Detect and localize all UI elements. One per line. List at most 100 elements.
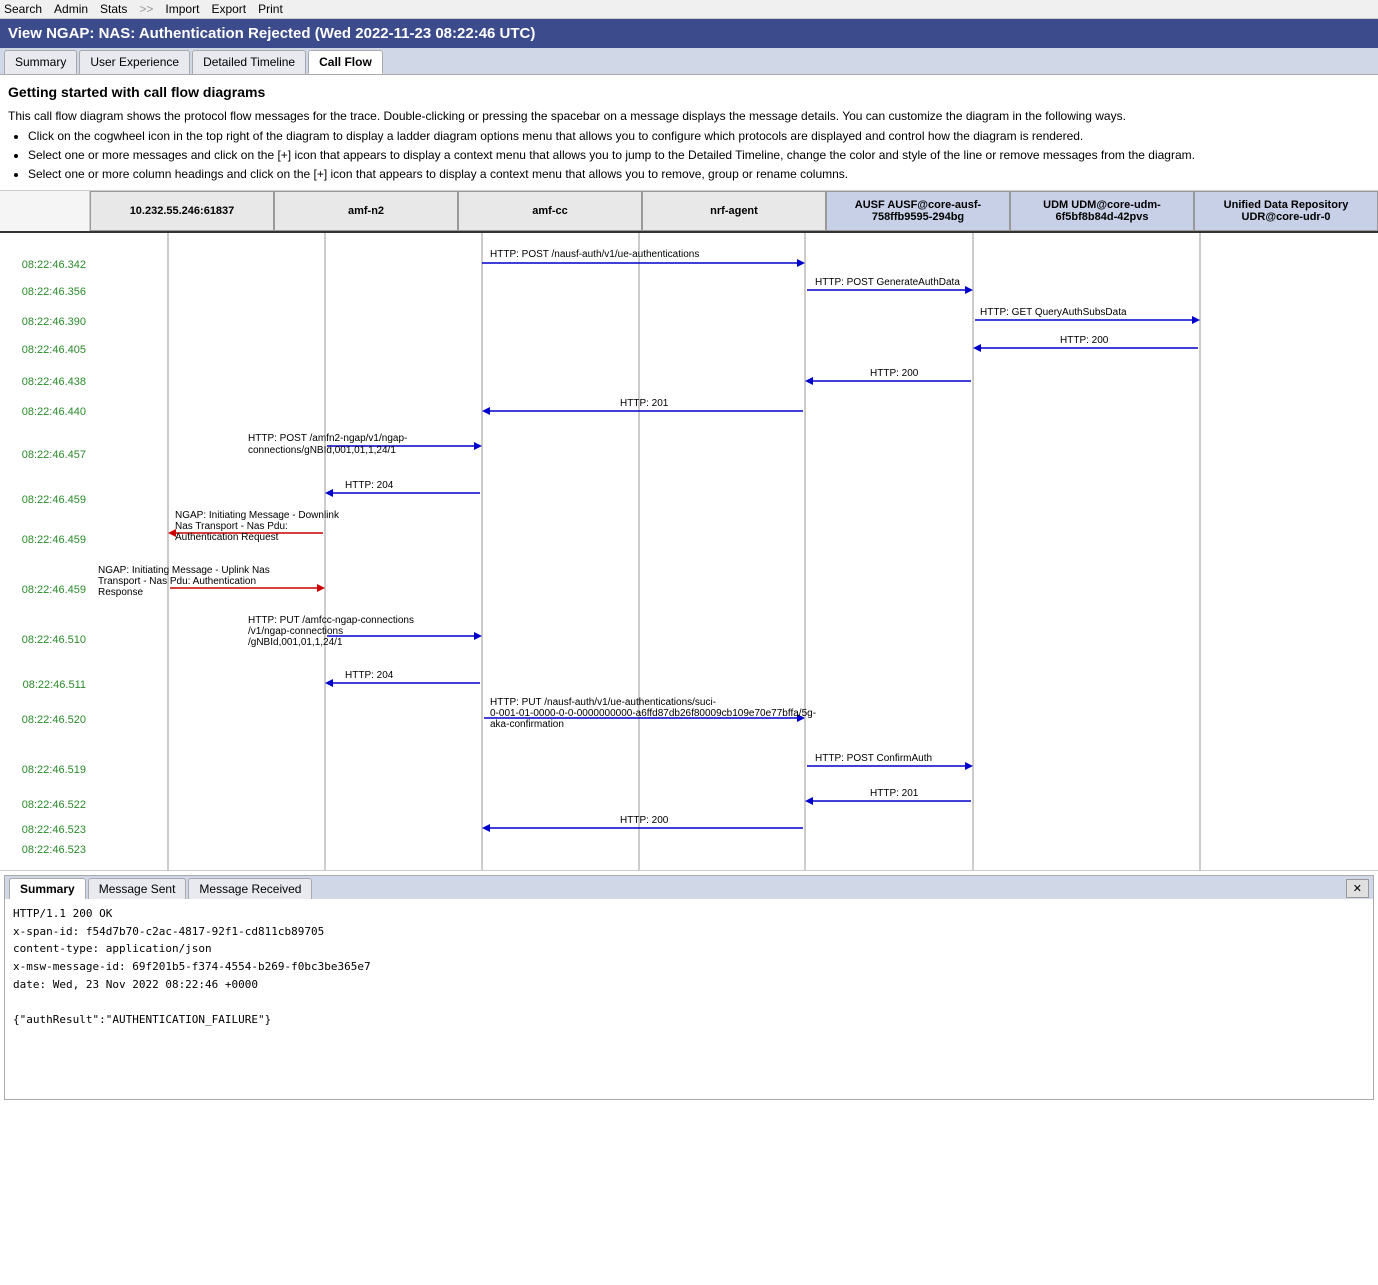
msg-label-13b: 0-001-01-0000-0-0-0000000000-a6ffd87db26…: [490, 708, 816, 719]
tab-summary[interactable]: Summary: [4, 50, 77, 74]
tab-user-experience[interactable]: User Experience: [79, 50, 190, 74]
nav-admin[interactable]: Admin: [54, 2, 88, 16]
time-8: 08:22:46.459: [22, 494, 86, 506]
time-9: 08:22:46.459: [22, 534, 86, 546]
info-bullet-2: Select one or more messages and click on…: [28, 146, 1370, 165]
bottom-panel: Summary Message Sent Message Received ✕ …: [4, 875, 1374, 1100]
msg-label-10b: Transport - Nas Pdu: Authentication: [98, 576, 256, 587]
time-10: 08:22:46.459: [22, 584, 86, 596]
msg-label-4: HTTP: 200: [1060, 335, 1109, 346]
msg-label-10a: NGAP: Initiating Message - Uplink Nas: [98, 565, 270, 576]
msg-label-16: HTTP: 200: [620, 815, 669, 826]
arrowhead-7: [474, 442, 482, 450]
arrowhead-10: [317, 584, 325, 592]
msg-label-13c: aka-confirmation: [490, 719, 564, 730]
tab-detailed-timeline[interactable]: Detailed Timeline: [192, 50, 306, 74]
time-1: 08:22:46.342: [22, 259, 86, 271]
col-header-udr[interactable]: Unified Data Repository UDR@core-udr-0: [1194, 191, 1378, 231]
msg-label-12: HTTP: 204: [345, 670, 394, 681]
time-13: 08:22:46.520: [22, 714, 86, 726]
arrowhead-12: [325, 679, 333, 687]
bottom-panel-tab-bar: Summary Message Sent Message Received ✕: [5, 876, 1373, 899]
nav-print[interactable]: Print: [258, 2, 283, 16]
time-12: 08:22:46.511: [23, 679, 86, 691]
col-header-time: [0, 191, 90, 231]
msg-label-9c: Authentication Request: [175, 532, 279, 543]
msg-label-6: HTTP: 201: [620, 398, 669, 409]
msg-label-13a: HTTP: PUT /nausf-auth/v1/ue-authenticati…: [490, 697, 716, 708]
call-flow-svg[interactable]: 08:22:46.342 08:22:46.356 08:22:46.390 0…: [0, 233, 1360, 871]
msg-label-7b: connections/gNBId,001,01,1,24/1: [248, 445, 396, 456]
info-panel: Getting started with call flow diagrams …: [0, 75, 1378, 191]
bottom-tab-message-sent[interactable]: Message Sent: [88, 878, 187, 899]
msg-label-14: HTTP: POST ConfirmAuth: [815, 753, 932, 764]
arrowhead-1: [797, 259, 805, 267]
col-header-ausf[interactable]: AUSF AUSF@core-ausf-758ffb9595-294bg: [826, 191, 1010, 231]
info-heading: Getting started with call flow diagrams: [8, 81, 1370, 103]
info-bullet-1: Click on the cogwheel icon in the top ri…: [28, 127, 1370, 146]
info-bullets: Click on the cogwheel icon in the top ri…: [28, 127, 1370, 185]
time-11: 08:22:46.510: [22, 634, 86, 646]
arrowhead-8: [325, 489, 333, 497]
bottom-panel-content: HTTP/1.1 200 OK x-span-id: f54d7b70-c2ac…: [5, 899, 1373, 1099]
response-line-3: content-type: application/json: [13, 940, 1365, 958]
response-line-4: x-msw-message-id: 69f201b5-f374-4554-b26…: [13, 958, 1365, 976]
nav-stats[interactable]: Stats: [100, 2, 127, 16]
msg-label-11c: /gNBId,001,01,1,24/1: [248, 637, 343, 648]
arrowhead-5: [805, 377, 813, 385]
bottom-panel-close-button[interactable]: ✕: [1346, 879, 1369, 898]
time-4: 08:22:46.405: [22, 344, 86, 356]
msg-label-8: HTTP: 204: [345, 480, 394, 491]
msg-label-3: HTTP: GET QueryAuthSubsData: [980, 307, 1127, 318]
diagram-area[interactable]: 10.232.55.246:61837 amf-n2 amf-cc nrf-ag…: [0, 191, 1378, 871]
col-header-client[interactable]: 10.232.55.246:61837: [90, 191, 274, 231]
arrowhead-15: [805, 797, 813, 805]
col-header-amf-n2[interactable]: amf-n2: [274, 191, 458, 231]
msg-label-11a: HTTP: PUT /amfcc-ngap-connections: [248, 615, 414, 626]
arrowhead-14: [965, 762, 973, 770]
msg-label-5: HTTP: 200: [870, 368, 919, 379]
response-line-5: date: Wed, 23 Nov 2022 08:22:46 +0000: [13, 976, 1365, 994]
msg-label-10c: Response: [98, 587, 143, 598]
nav-export[interactable]: Export: [211, 2, 246, 16]
msg-label-15: HTTP: 201: [870, 788, 919, 799]
col-header-amf-cc[interactable]: amf-cc: [458, 191, 642, 231]
page-title: View NGAP: NAS: Authentication Rejected …: [0, 19, 1378, 48]
nav-import[interactable]: Import: [165, 2, 199, 16]
time-7: 08:22:46.457: [22, 449, 86, 461]
time-15: 08:22:46.522: [22, 799, 86, 811]
time-16: 08:22:46.523: [22, 824, 86, 836]
msg-label-1: HTTP: POST /nausf-auth/v1/ue-authenticat…: [490, 249, 699, 260]
col-header-udm[interactable]: UDM UDM@core-udm-6f5bf8b84d-42pvs: [1010, 191, 1194, 231]
main-tab-bar: Summary User Experience Detailed Timelin…: [0, 48, 1378, 75]
msg-label-7a: HTTP: POST /amfn2-ngap/v1/ngap-: [248, 433, 407, 444]
time-2: 08:22:46.356: [22, 286, 86, 298]
bottom-tab-summary[interactable]: Summary: [9, 878, 86, 899]
msg-label-9b: Nas Transport - Nas Pdu:: [175, 521, 288, 532]
nav-separator: >>: [139, 2, 153, 16]
arrowhead-4: [973, 344, 981, 352]
time-3: 08:22:46.390: [22, 316, 86, 328]
time-5: 08:22:46.438: [22, 376, 86, 388]
time-17: 08:22:46.523: [22, 844, 86, 856]
tab-call-flow[interactable]: Call Flow: [308, 50, 383, 74]
info-bullet-3: Select one or more column headings and c…: [28, 165, 1370, 184]
diagram-svg-container[interactable]: 08:22:46.342 08:22:46.356 08:22:46.390 0…: [0, 233, 1360, 871]
time-14: 08:22:46.519: [22, 764, 86, 776]
nav-search[interactable]: Search: [4, 2, 42, 16]
time-6: 08:22:46.440: [22, 406, 86, 418]
info-body: This call flow diagram shows the protoco…: [8, 107, 1370, 126]
col-header-nrf-agent[interactable]: nrf-agent: [642, 191, 826, 231]
msg-label-2: HTTP: POST GenerateAuthData: [815, 277, 960, 288]
msg-label-9a: NGAP: Initiating Message - Downlink: [175, 510, 340, 521]
response-line-1: HTTP/1.1 200 OK: [13, 905, 1365, 923]
arrowhead-3: [1192, 316, 1200, 324]
bottom-tab-message-received[interactable]: Message Received: [188, 878, 312, 899]
column-headers: 10.232.55.246:61837 amf-n2 amf-cc nrf-ag…: [0, 191, 1378, 233]
response-line-2: x-span-id: f54d7b70-c2ac-4817-92f1-cd811…: [13, 923, 1365, 941]
arrowhead-16: [482, 824, 490, 832]
top-navigation: Search Admin Stats >> Import Export Prin…: [0, 0, 1378, 19]
arrowhead-11: [474, 632, 482, 640]
arrowhead-6: [482, 407, 490, 415]
response-body: {"authResult":"AUTHENTICATION_FAILURE"}: [13, 1011, 1365, 1029]
